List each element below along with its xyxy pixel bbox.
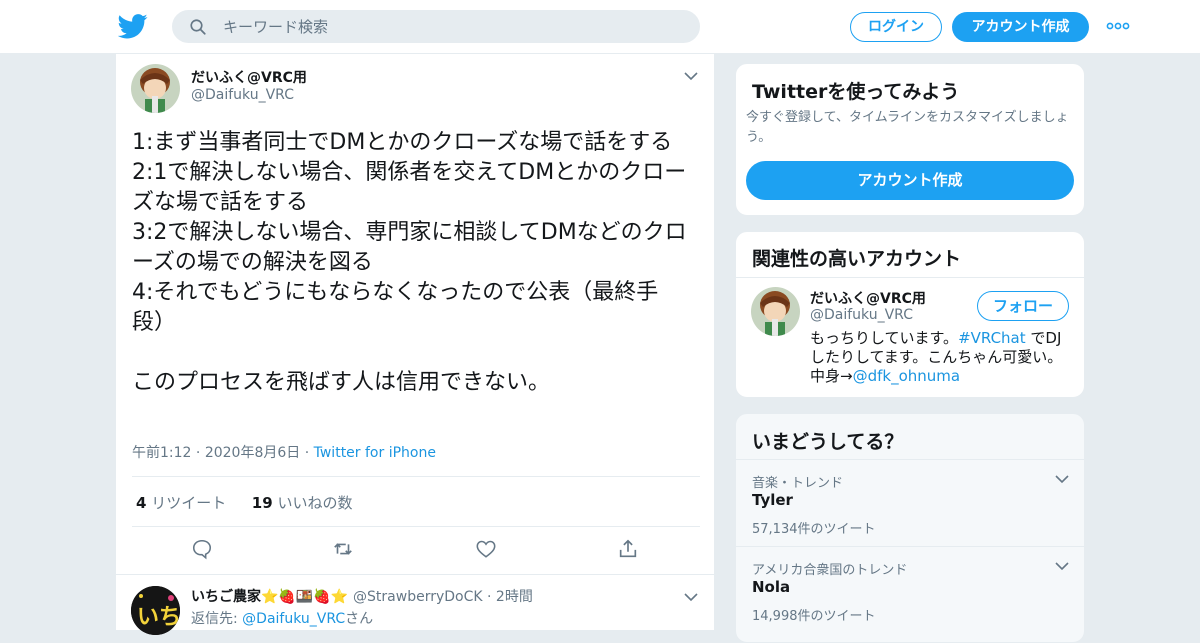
- tweet-stats: 4 リツイート 19 いいねの数: [136, 492, 352, 513]
- reply-to-line: 返信先: @Daifuku_VRCさん: [191, 608, 373, 628]
- divider: [736, 277, 1084, 278]
- search-box[interactable]: [172, 10, 700, 43]
- search-icon: [190, 19, 206, 35]
- divider: [116, 574, 716, 575]
- related-avatar[interactable]: [751, 287, 800, 336]
- meta-separator: ·: [191, 445, 205, 461]
- related-account-name[interactable]: だいふく@VRC用: [810, 288, 926, 308]
- signup-card-button[interactable]: アカウント作成: [746, 161, 1074, 200]
- signup-button[interactable]: アカウント作成: [952, 12, 1089, 42]
- trends-card-title: いまどうしてる？: [752, 431, 904, 453]
- reply-avatar-image: いち: [131, 586, 180, 635]
- trend-context: 音楽・トレンド: [752, 476, 844, 491]
- trend-tweet-count: 57,134件のツイート: [752, 522, 876, 537]
- twitter-bird-logo-icon[interactable]: [118, 11, 148, 41]
- avatar[interactable]: [131, 64, 180, 113]
- trend-item[interactable]: 音楽・トレンド Tyler 57,134件のツイート: [736, 459, 1084, 546]
- like-icon[interactable]: [475, 538, 497, 560]
- reply-author-name: いちご農家: [191, 589, 261, 605]
- reply-time[interactable]: 2時間: [496, 589, 533, 605]
- chevron-down-icon[interactable]: [684, 592, 698, 602]
- signup-card: Twitterを使ってみよう 今すぐ登録して、タイムラインをカスタマイズしましょ…: [735, 63, 1085, 216]
- reply-to-handle[interactable]: @Daifuku_VRC: [242, 611, 345, 627]
- signup-card-subtitle: 今すぐ登録して、タイムラインをカスタマイズしましょう。: [746, 110, 1069, 145]
- divider: [132, 526, 700, 527]
- related-card-title: 関連性の高いアカウント: [752, 248, 962, 270]
- reply-icon[interactable]: [191, 538, 213, 560]
- likes-label: いいねの数: [277, 494, 353, 512]
- trend-item[interactable]: アメリカ合衆国のトレンド Nola 14,998件のツイート: [736, 546, 1084, 633]
- reply-avatar[interactable]: いち: [131, 586, 180, 635]
- share-icon[interactable]: [617, 538, 639, 560]
- author-handle[interactable]: @Daifuku_VRC: [191, 87, 294, 103]
- top-navigation-bar: ログイン アカウント作成: [0, 0, 1200, 54]
- tweet-detail-column: だいふく@VRC用 @Daifuku_VRC 1:まず当事者同士でDMとかのクロ…: [115, 54, 716, 635]
- follow-button[interactable]: フォロー: [977, 291, 1069, 321]
- search-input[interactable]: [223, 11, 683, 42]
- chevron-down-icon[interactable]: [1055, 561, 1069, 571]
- related-account-bio: もっちりしています。#VRChat でDJしたりしてます。こんちゃん可愛い。 中…: [810, 329, 1084, 386]
- tweet-time[interactable]: 午前1:12: [132, 445, 191, 461]
- more-options-icon[interactable]: [1106, 18, 1130, 34]
- trend-name: Nola: [752, 578, 791, 596]
- bio-text: もっちりしています。: [810, 329, 959, 347]
- bio-mention-link[interactable]: @dfk_ohnuma: [853, 367, 961, 385]
- related-avatar-image: [751, 287, 800, 336]
- meta-separator: ·: [300, 445, 314, 461]
- tweet-actions: [116, 538, 716, 564]
- reply-author[interactable]: いちご農家⭐🍓🍱🍓⭐ @StrawberryDoCK · 2時間: [191, 586, 533, 606]
- retweets-count: 4: [136, 494, 147, 512]
- reply-author-handle[interactable]: @StrawberryDoCK: [353, 589, 483, 605]
- likes-count: 19: [251, 494, 273, 512]
- tweet-timestamp: 午前1:12 · 2020年8月6日 · Twitter for iPhone: [132, 442, 436, 462]
- chevron-down-icon[interactable]: [684, 71, 698, 81]
- signup-card-title: Twitterを使ってみよう: [752, 81, 960, 103]
- tweet-text: 1:まず当事者同士でDMとかのクローズな場で話をする 2:1で解決しない場合、関…: [132, 130, 687, 395]
- meta-separator: ·: [482, 589, 496, 605]
- svg-text:いち: いち: [137, 605, 180, 630]
- trends-card: いまどうしてる？ 音楽・トレンド Tyler 57,134件のツイート アメリカ…: [735, 413, 1085, 643]
- trend-name: Tyler: [752, 491, 793, 509]
- retweets-stat[interactable]: 4 リツイート: [136, 494, 226, 512]
- login-button[interactable]: ログイン: [850, 12, 942, 42]
- chevron-down-icon[interactable]: [1055, 474, 1069, 484]
- tweet-source-link[interactable]: Twitter for iPhone: [314, 445, 436, 461]
- divider: [132, 476, 700, 477]
- tweet-date[interactable]: 2020年8月6日: [205, 445, 300, 461]
- trend-context: アメリカ合衆国のトレンド: [752, 563, 908, 578]
- likes-stat[interactable]: 19 いいねの数: [252, 494, 353, 512]
- related-accounts-card: 関連性の高いアカウント だいふく@VRC用 @Daifuku_VRC フォロー …: [735, 231, 1085, 398]
- reply-to-suffix: さん: [345, 611, 374, 627]
- retweets-label: リツイート: [151, 494, 227, 512]
- retweet-icon[interactable]: [332, 538, 354, 560]
- related-account-handle[interactable]: @Daifuku_VRC: [810, 307, 913, 323]
- trend-tweet-count: 14,998件のツイート: [752, 609, 876, 624]
- author-name[interactable]: だいふく@VRC用: [191, 67, 307, 87]
- avatar-image: [131, 64, 180, 113]
- bio-hashtag-link[interactable]: #VRChat: [958, 329, 1026, 347]
- reply-to-prefix: 返信先:: [191, 611, 243, 627]
- reply-author-emoji: ⭐🍓🍱🍓⭐: [261, 589, 349, 605]
